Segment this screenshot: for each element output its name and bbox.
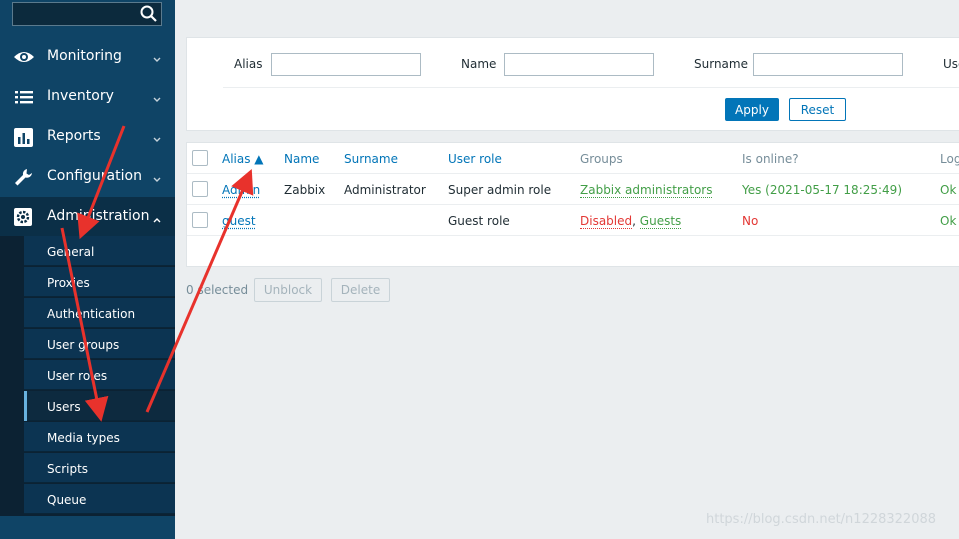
submenu-proxies[interactable]: Proxies (24, 267, 175, 297)
name-filter-input[interactable] (504, 53, 654, 76)
sidebar-footer (0, 516, 175, 539)
submenu-scripts[interactable]: Scripts (24, 453, 175, 483)
alias-filter-label: Alias (234, 57, 263, 71)
menu-label: Monitoring (47, 48, 122, 64)
eye-icon (13, 47, 35, 67)
surname-filter-input[interactable] (753, 53, 903, 76)
login-status: Ok (940, 183, 957, 197)
filter-panel: Alias Name Surname Use Apply Reset (186, 37, 959, 131)
menu-configuration[interactable]: Configuration (0, 157, 175, 197)
online-status: Yes (2021-05-17 18:25:49) (742, 183, 902, 197)
chevron-down-icon (153, 132, 161, 142)
user-groups: Zabbix administrators (580, 183, 713, 198)
group-link[interactable]: Guests (639, 214, 682, 229)
row-checkbox[interactable] (192, 212, 208, 228)
user-alias-link[interactable]: Admin (222, 183, 260, 197)
group-link[interactable]: Zabbix administrators (580, 183, 713, 198)
submenu-user-roles[interactable]: User roles (24, 360, 175, 390)
submenu-queue[interactable]: Queue (24, 484, 175, 514)
selected-count: 0 selected (186, 283, 249, 297)
table-row: Admin Zabbix Administrator Super admin r… (187, 174, 959, 205)
menu-administration[interactable]: Administration (0, 197, 175, 237)
user-role: Guest role (448, 214, 510, 228)
menu-label: Configuration (47, 168, 142, 184)
administration-submenu: General Proxies Authentication User grou… (0, 236, 175, 516)
search-input[interactable] (12, 2, 162, 26)
chevron-down-icon (153, 92, 161, 102)
menu-monitoring[interactable]: Monitoring (0, 37, 175, 77)
chevron-down-icon (153, 172, 161, 182)
submenu-media-types[interactable]: Media types (24, 422, 175, 452)
alias-column-header[interactable]: Alias ▲ (222, 152, 264, 166)
apply-button[interactable]: Apply (725, 98, 779, 121)
surname-column-header[interactable]: Surname (344, 152, 398, 166)
name-filter-label: Name (461, 57, 497, 71)
watermark: https://blog.csdn.net/n1228322088 (706, 512, 937, 527)
table-header-row: Alias ▲ Name Surname User role Groups Is… (187, 143, 959, 174)
bar-chart-icon (13, 127, 35, 147)
unblock-button[interactable]: Unblock (254, 278, 322, 302)
group-link[interactable]: Disabled (580, 214, 633, 229)
submenu-users[interactable]: Users (24, 391, 175, 421)
filter-divider (223, 87, 959, 88)
menu-reports[interactable]: Reports (0, 117, 175, 157)
chevron-up-icon (153, 212, 161, 223)
groups-column-header: Groups (580, 152, 623, 166)
user-groups: Disabled, Guests (580, 214, 682, 229)
menu-label: Reports (47, 128, 101, 144)
user-role: Super admin role (448, 183, 552, 197)
table-row: guest Guest role Disabled, Guests No Ok (187, 205, 959, 236)
sidebar: Monitoring Inventory Reports Configurati… (0, 0, 175, 539)
is-online-column-header: Is online? (742, 152, 799, 166)
select-all-checkbox[interactable] (192, 150, 208, 166)
online-status: No (742, 214, 759, 228)
gear-icon (13, 207, 35, 227)
menu-inventory[interactable]: Inventory (0, 77, 175, 117)
group-separator: , (632, 214, 636, 228)
user-role-filter-label: Use (943, 57, 959, 71)
login-column-header: Log (940, 152, 959, 166)
chevron-down-icon (153, 52, 161, 62)
menu-label: Inventory (47, 88, 114, 104)
surname-filter-label: Surname (694, 57, 748, 71)
users-table: Alias ▲ Name Surname User role Groups Is… (186, 142, 959, 267)
user-alias-link[interactable]: guest (222, 214, 256, 228)
row-checkbox[interactable] (192, 181, 208, 197)
submenu-authentication[interactable]: Authentication (24, 298, 175, 328)
list-icon (13, 87, 35, 107)
name-column-header[interactable]: Name (284, 152, 319, 166)
submenu-general[interactable]: General (24, 236, 175, 266)
submenu-user-groups[interactable]: User groups (24, 329, 175, 359)
user-name: Zabbix (284, 183, 326, 197)
alias-filter-input[interactable] (271, 53, 421, 76)
wrench-icon (13, 167, 35, 187)
login-status: Ok (940, 214, 957, 228)
reset-button[interactable]: Reset (789, 98, 846, 121)
delete-button[interactable]: Delete (331, 278, 390, 302)
menu-label: Administration (47, 208, 150, 224)
user-role-column-header[interactable]: User role (448, 152, 502, 166)
search-icon[interactable] (139, 4, 159, 24)
user-surname: Administrator (344, 183, 426, 197)
